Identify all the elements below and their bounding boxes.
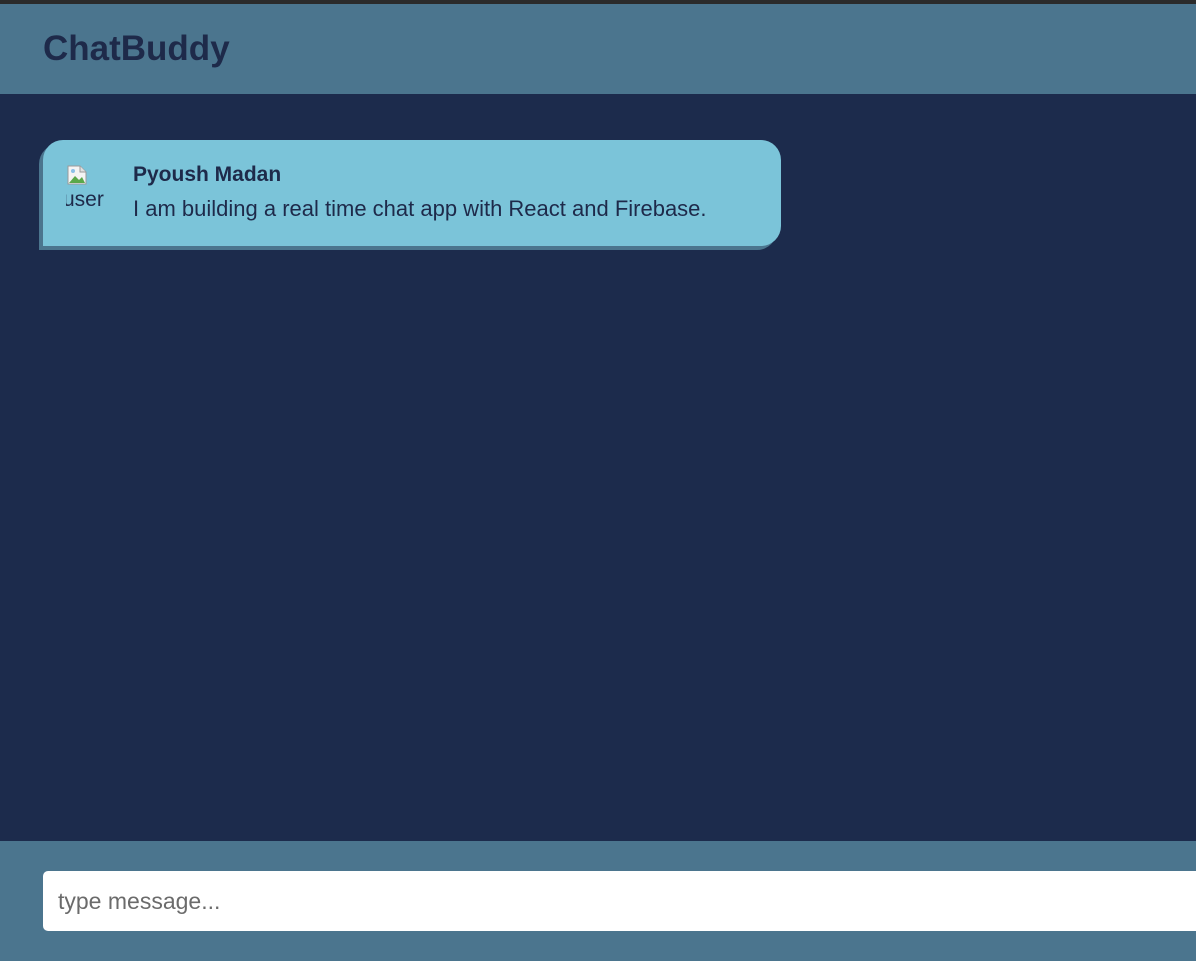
message-composer [0, 841, 1196, 961]
avatar: user [66, 164, 114, 212]
app-title: ChatBuddy [43, 29, 230, 68]
sender-name: Pyoush Madan [133, 163, 282, 186]
message-input[interactable] [43, 871, 1196, 931]
chat-messages-area[interactable]: user Pyoush Madan I am building a real t… [0, 94, 1196, 841]
chat-message: user Pyoush Madan I am building a real t… [43, 140, 781, 246]
app-header: ChatBuddy [0, 4, 1196, 94]
broken-image-icon [67, 165, 87, 185]
avatar-alt-text: user [66, 188, 104, 211]
message-text: I am building a real time chat app with … [133, 196, 707, 221]
